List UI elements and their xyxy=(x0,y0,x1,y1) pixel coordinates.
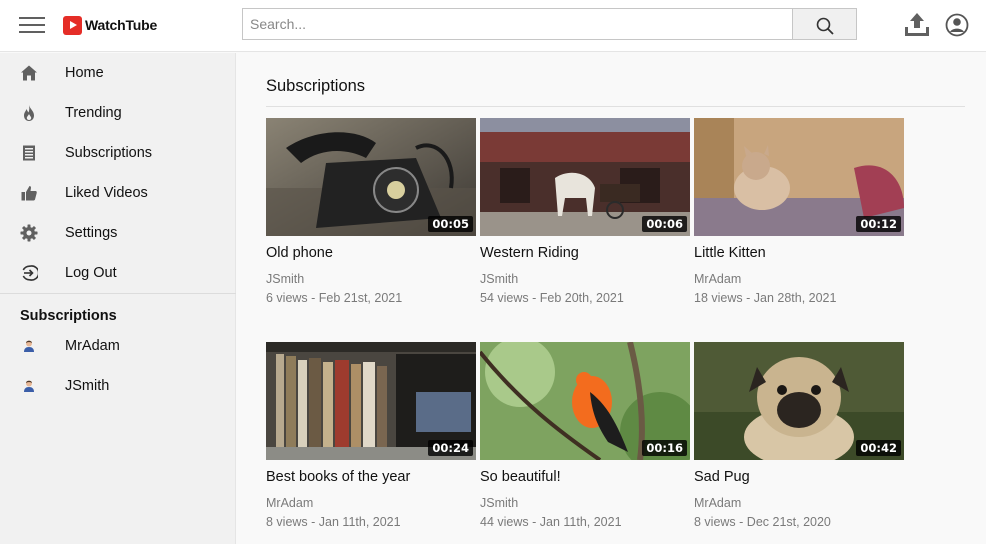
app-logo[interactable]: WatchTube xyxy=(63,15,157,35)
hamburger-menu-icon[interactable] xyxy=(19,15,45,35)
video-duration: 00:06 xyxy=(642,216,687,232)
video-channel[interactable]: JSmith xyxy=(480,272,518,286)
account-button[interactable] xyxy=(945,13,969,37)
video-thumbnail[interactable]: 00:24 xyxy=(266,342,476,460)
user-avatar-icon xyxy=(24,380,34,392)
sidebar-item-liked-videos[interactable]: Liked Videos xyxy=(0,173,236,213)
video-card[interactable]: 00:05 Old phone JSmith 6 views - Feb 21s… xyxy=(266,118,476,323)
video-card[interactable]: 00:24 Best books of the year MrAdam 8 vi… xyxy=(266,342,476,544)
sidebar-subscriptions-heading: Subscriptions xyxy=(20,308,117,324)
video-card[interactable]: 00:16 So beautiful! JSmith 44 views - Ja… xyxy=(480,342,690,544)
sidebar-item-label: Subscriptions xyxy=(65,145,153,161)
video-channel[interactable]: MrAdam xyxy=(694,272,741,286)
sidebar-item-trending[interactable]: Trending xyxy=(0,93,236,133)
search-icon xyxy=(816,17,834,35)
video-title[interactable]: So beautiful! xyxy=(480,469,561,485)
gear-icon xyxy=(20,224,38,242)
video-channel[interactable]: MrAdam xyxy=(694,496,741,510)
video-duration: 00:12 xyxy=(856,216,901,232)
video-thumbnail[interactable]: 00:06 xyxy=(480,118,690,236)
user-avatar-icon xyxy=(24,340,34,352)
sidebar-item-subscriptions[interactable]: Subscriptions xyxy=(0,133,236,173)
page-title: Subscriptions xyxy=(266,77,366,95)
sidebar: Home Trending Subscriptions Liked Videos xyxy=(0,53,236,544)
video-card[interactable]: 00:42 Sad Pug MrAdam 8 views - Dec 21st,… xyxy=(694,342,904,544)
video-title[interactable]: Western Riding xyxy=(480,245,579,261)
upload-button[interactable] xyxy=(903,12,931,38)
sidebar-item-label: Settings xyxy=(65,225,118,241)
video-thumbnail[interactable]: 00:42 xyxy=(694,342,904,460)
sidebar-subscription-mradam[interactable]: MrAdam xyxy=(0,326,236,366)
video-card[interactable]: 00:12 Little Kitten MrAdam 18 views - Ja… xyxy=(694,118,904,323)
sidebar-divider xyxy=(0,293,236,294)
video-meta: 8 views - Dec 21st, 2020 xyxy=(694,515,831,529)
video-title[interactable]: Sad Pug xyxy=(694,469,750,485)
sidebar-subscription-jsmith[interactable]: JSmith xyxy=(0,366,236,406)
home-icon xyxy=(21,65,37,81)
video-duration: 00:42 xyxy=(856,440,901,456)
app-name: WatchTube xyxy=(85,17,158,33)
video-title[interactable]: Old phone xyxy=(266,245,333,261)
sidebar-item-home[interactable]: Home xyxy=(0,53,236,93)
video-channel[interactable]: MrAdam xyxy=(266,496,313,510)
video-card[interactable]: 00:06 Western Riding JSmith 54 views - F… xyxy=(480,118,690,323)
play-logo-icon xyxy=(63,15,82,35)
subscription-name: MrAdam xyxy=(65,338,120,354)
subscription-name: JSmith xyxy=(65,378,110,394)
video-thumbnail[interactable]: 00:16 xyxy=(480,342,690,460)
sidebar-item-label: Home xyxy=(65,65,104,81)
video-title[interactable]: Little Kitten xyxy=(694,245,766,261)
title-divider xyxy=(266,106,965,107)
logout-icon xyxy=(22,265,38,281)
main-content: Subscriptions 00:05 Old phone JSmith 6 v… xyxy=(237,53,986,544)
video-meta: 6 views - Feb 21st, 2021 xyxy=(266,291,403,305)
video-channel[interactable]: JSmith xyxy=(480,496,518,510)
search-button[interactable] xyxy=(792,8,857,40)
sidebar-item-label: Trending xyxy=(65,105,122,121)
video-channel[interactable]: JSmith xyxy=(266,272,304,286)
sidebar-item-label: Liked Videos xyxy=(65,185,148,201)
video-thumbnail[interactable]: 00:05 xyxy=(266,118,476,236)
video-meta: 18 views - Jan 28th, 2021 xyxy=(694,291,837,305)
thumbs-up-icon xyxy=(21,186,37,201)
video-meta: 54 views - Feb 20th, 2021 xyxy=(480,291,624,305)
top-header: WatchTube xyxy=(0,0,986,52)
video-duration: 00:16 xyxy=(642,440,687,456)
sidebar-item-settings[interactable]: Settings xyxy=(0,213,236,253)
sidebar-item-logout[interactable]: Log Out xyxy=(0,253,236,293)
search-bar xyxy=(242,8,857,40)
flame-icon xyxy=(24,105,34,121)
video-meta: 44 views - Jan 11th, 2021 xyxy=(480,515,622,529)
video-duration: 00:24 xyxy=(428,440,473,456)
video-title[interactable]: Best books of the year xyxy=(266,469,410,485)
upload-icon xyxy=(905,13,929,36)
search-input[interactable] xyxy=(242,8,793,40)
video-thumbnail[interactable]: 00:12 xyxy=(694,118,904,236)
subscriptions-icon xyxy=(23,145,35,161)
sidebar-item-label: Log Out xyxy=(65,265,117,281)
account-circle-icon xyxy=(945,13,969,37)
video-duration: 00:05 xyxy=(428,216,473,232)
video-meta: 8 views - Jan 11th, 2021 xyxy=(266,515,401,529)
